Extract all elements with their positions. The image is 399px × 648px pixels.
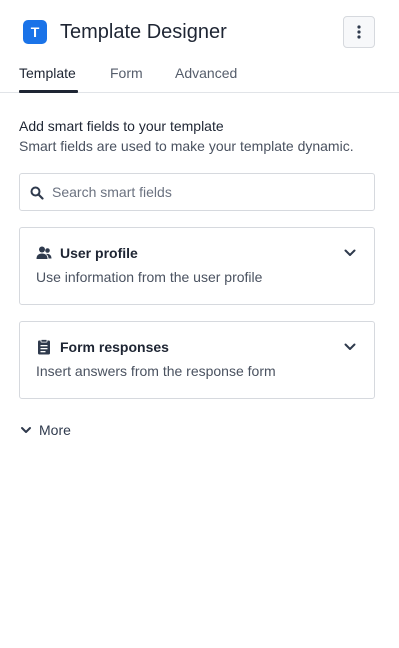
app-logo: T (23, 20, 47, 44)
tab-advanced[interactable]: Advanced (175, 65, 237, 82)
tab-template[interactable]: Template (19, 65, 76, 82)
more-options-button[interactable] (343, 16, 375, 48)
header: T Template Designer (0, 0, 399, 60)
kebab-menu-icon (357, 25, 361, 39)
card-title: User profile (60, 245, 138, 261)
search-box (19, 173, 375, 211)
smart-field-card-form-responses[interactable]: Form responses Insert answers from the r… (19, 321, 375, 399)
more-label: More (39, 422, 71, 438)
tab-form[interactable]: Form (110, 65, 143, 82)
tab-bar: Template Form Advanced (0, 60, 399, 93)
active-tab-indicator (19, 90, 78, 93)
intro-subtitle: Smart fields are used to make your templ… (19, 138, 354, 154)
chevron-down-icon[interactable] (343, 246, 357, 260)
card-description: Insert answers from the response form (36, 363, 276, 379)
smart-field-card-user-profile[interactable]: User profile Use information from the us… (19, 227, 375, 305)
users-icon (36, 246, 52, 259)
chevron-down-icon[interactable] (343, 340, 357, 354)
intro-title: Add smart fields to your template (19, 118, 224, 134)
app-logo-letter: T (30, 24, 40, 40)
card-description: Use information from the user profile (36, 269, 263, 285)
clipboard-icon (38, 339, 50, 355)
search-input[interactable] (52, 174, 362, 210)
search-icon (30, 186, 44, 200)
more-toggle[interactable]: More (19, 420, 71, 440)
card-title: Form responses (60, 339, 169, 355)
chevron-down-icon (21, 427, 31, 433)
app-title: Template Designer (60, 21, 227, 43)
